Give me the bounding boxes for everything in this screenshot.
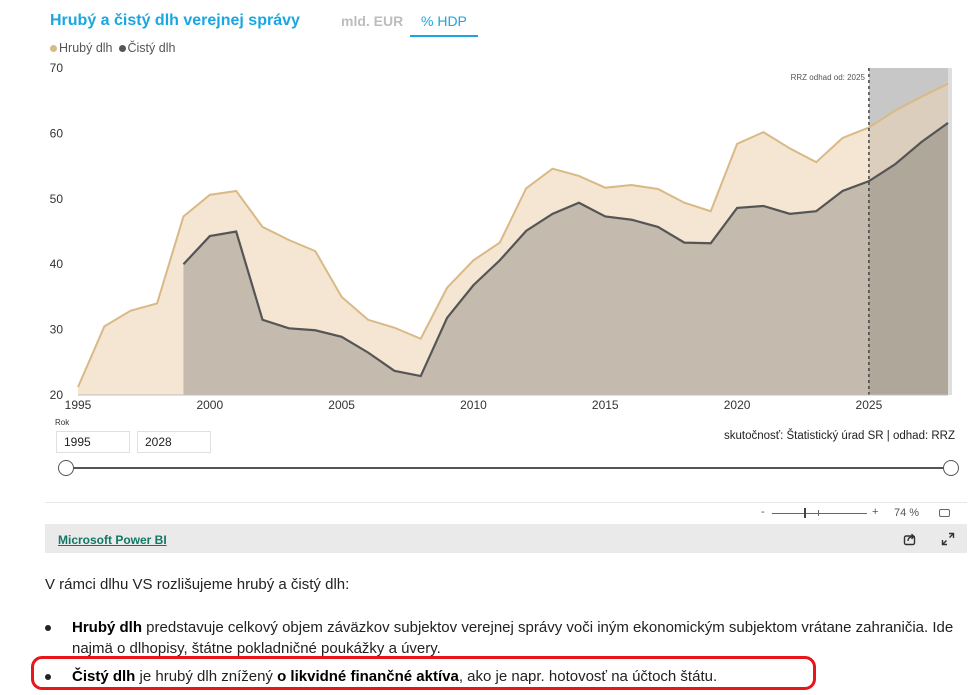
highlight-annotation [31, 656, 816, 690]
x-tick-label: 2005 [328, 398, 355, 412]
x-tick-label: 2000 [196, 398, 223, 412]
zoom-default-tick [818, 510, 819, 516]
zoom-slider-handle[interactable] [804, 508, 806, 518]
tab-mld-eur[interactable]: mld. EUR [341, 13, 403, 29]
definition-hruby-dlh: predstavuje celkový objem záväzkov subje… [72, 619, 954, 657]
bullet-icon [45, 625, 51, 631]
debt-area-chart: RRZ odhad od: 2025 20 30 40 50 60 70 1995 2000 20… [50, 61, 952, 412]
x-tick-label: 2015 [592, 398, 619, 412]
x-tick-label: 2010 [460, 398, 487, 412]
zoom-slider[interactable] [772, 513, 867, 514]
x-tick-label: 2025 [856, 398, 883, 412]
y-tick-label: 20 [50, 388, 64, 402]
zoom-bar: - + 74 % [45, 502, 967, 523]
share-icon[interactable] [903, 532, 917, 546]
slider-handle-end[interactable] [943, 460, 959, 476]
tab-percent-hdp[interactable]: % HDP [410, 13, 478, 37]
forecast-label: RRZ odhad od: 2025 [791, 73, 866, 82]
x-axis-title: Rok [55, 418, 70, 427]
zoom-out-button[interactable]: - [761, 506, 765, 518]
forecast-overlay [868, 68, 948, 395]
powerbi-footer: Microsoft Power BI [45, 524, 967, 553]
legend-label: Čistý dlh [127, 41, 176, 55]
legend-item-cisty-dlh[interactable]: Čistý dlh [118, 41, 176, 55]
chart-legend: Hrubý dlh Čistý dlh [50, 41, 175, 55]
legend-dot-icon [118, 44, 126, 52]
fit-to-page-icon[interactable] [939, 509, 950, 517]
y-tick-label: 60 [50, 126, 64, 140]
range-from-input[interactable]: 1995 [56, 431, 130, 453]
article-intro: V rámci dlhu VS rozlišujeme hrubý a čist… [45, 576, 350, 593]
x-tick-label: 2020 [724, 398, 751, 412]
zoom-in-button[interactable]: + [872, 506, 878, 518]
term-hruby-dlh: Hrubý dlh [72, 619, 142, 636]
x-tick-label: 1995 [65, 398, 92, 412]
slider-handle-start[interactable] [58, 460, 74, 476]
zoom-level: 74 % [894, 507, 920, 519]
y-tick-label: 40 [50, 257, 64, 271]
legend-label: Hrubý dlh [59, 41, 113, 55]
range-to-input[interactable]: 2028 [137, 431, 211, 453]
microsoft-power-bi-link[interactable]: Microsoft Power BI [58, 533, 167, 547]
y-tick-label: 50 [50, 192, 64, 206]
data-source-note: skutočnosť: Štatistický úrad SR | odhad:… [723, 430, 955, 442]
legend-dot-icon [50, 44, 57, 52]
chart-title: Hrubý a čistý dlh verejnej správy [50, 12, 300, 29]
y-tick-label: 30 [50, 323, 64, 337]
expand-icon[interactable] [941, 532, 955, 546]
list-item-hruby-dlh: Hrubý dlh predstavuje celkový objem závä… [45, 617, 957, 659]
year-range-slider[interactable] [66, 467, 952, 469]
legend-item-hruby-dlh[interactable]: Hrubý dlh [50, 41, 113, 55]
y-tick-label: 70 [50, 61, 64, 75]
